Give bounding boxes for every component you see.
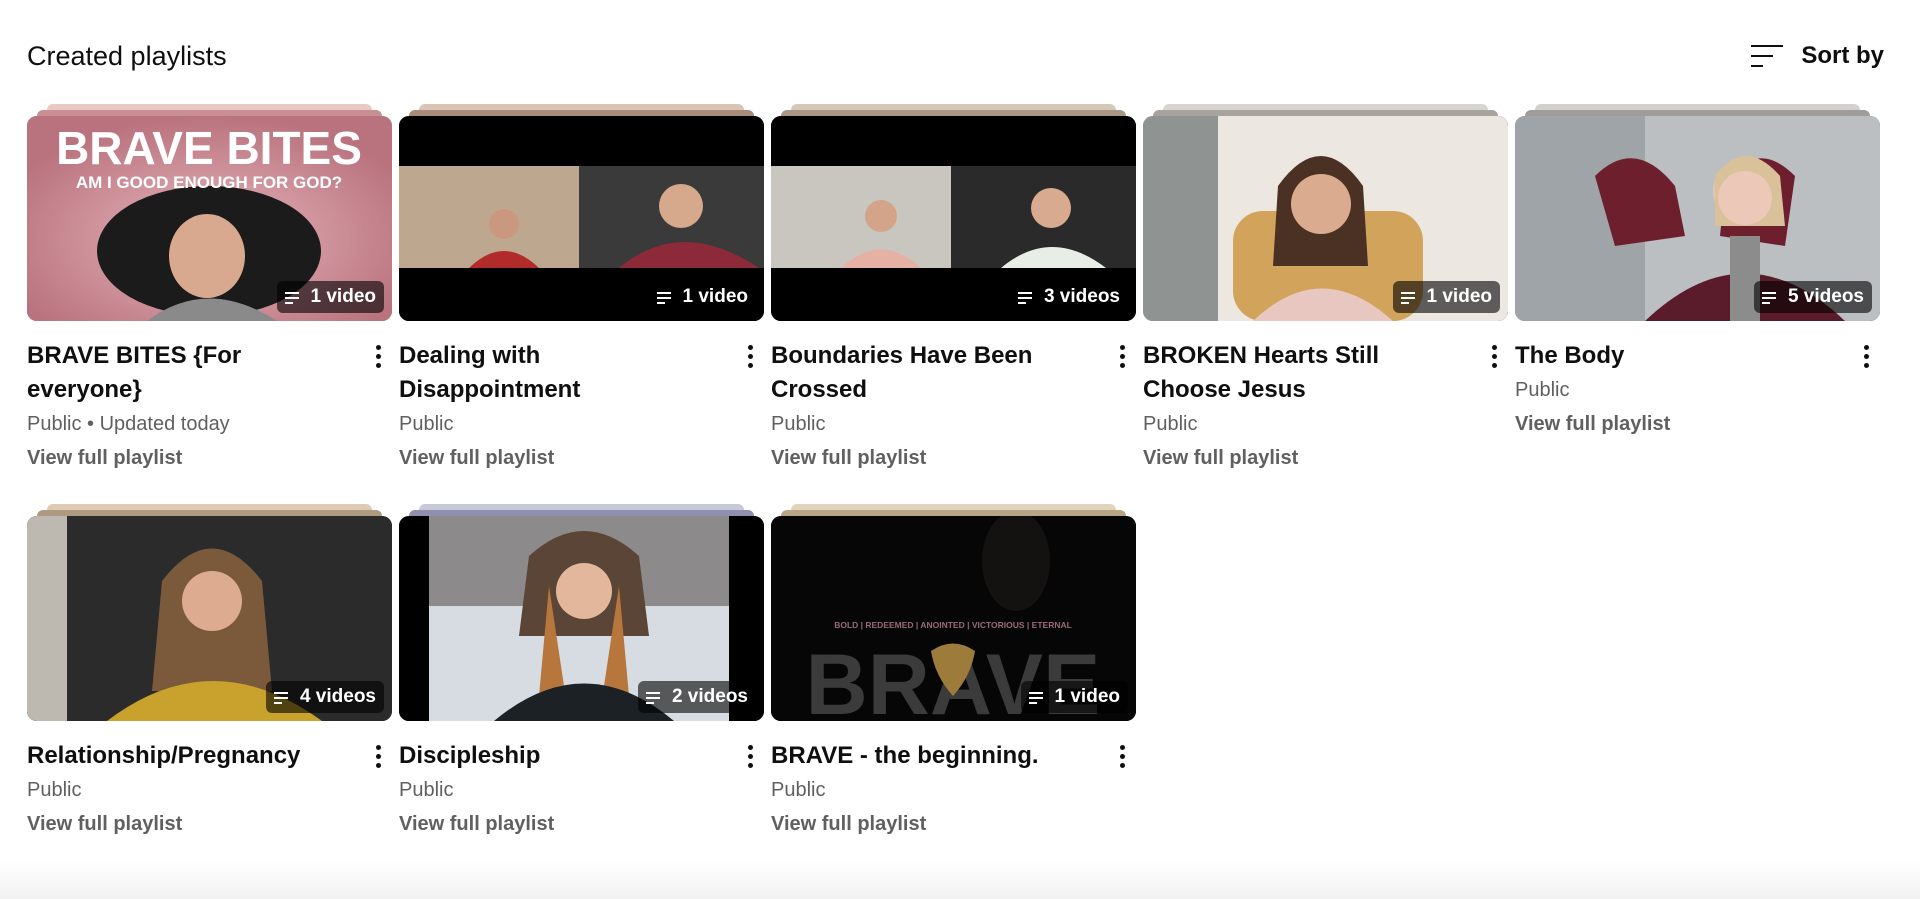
- playlist-title[interactable]: BRAVE BITES {For everyone}: [27, 339, 352, 407]
- video-count-badge: 3 videos: [1009, 281, 1128, 313]
- more-actions-icon[interactable]: [738, 339, 762, 373]
- playlist-card: 5 videos The Body Public View full playl…: [1515, 104, 1880, 504]
- playlist-title[interactable]: The Body: [1515, 339, 1624, 373]
- view-full-playlist-link[interactable]: View full playlist: [399, 441, 764, 475]
- more-actions-icon[interactable]: [366, 339, 390, 373]
- video-count: 4 videos: [299, 686, 376, 707]
- playlist-card: BRAVE BITES AM I GOOD ENOUGH FOR GOD? 1 …: [27, 104, 392, 504]
- playlist-status: Public: [771, 413, 826, 435]
- video-count: 5 videos: [1787, 286, 1864, 307]
- video-count: 1 video: [1054, 686, 1120, 707]
- playlist-icon: [1028, 690, 1049, 704]
- video-count: 1 video: [310, 286, 376, 307]
- playlist-icon: [273, 690, 294, 704]
- playlist-title[interactable]: Relationship/Pregnancy: [27, 739, 300, 773]
- view-full-playlist-link[interactable]: View full playlist: [399, 807, 764, 841]
- playlist-card: 3 videos Boundaries Have Been Crossed Pu…: [771, 104, 1136, 504]
- section-title: Created playlists: [27, 40, 227, 71]
- more-actions-icon[interactable]: [1110, 339, 1134, 373]
- more-actions-icon[interactable]: [1110, 739, 1134, 773]
- playlist-card: 2 videos Discipleship Public View full p…: [399, 504, 764, 864]
- playlist-meta: BRAVE - the beginning. Public View full …: [771, 739, 1136, 841]
- thumb-subtitle-text: AM I GOOD ENOUGH FOR GOD?: [76, 173, 342, 192]
- playlist-icon: [1761, 290, 1782, 304]
- playlist-meta: BROKEN Hearts Still Choose Jesus Public …: [1143, 339, 1508, 475]
- playlist-thumbnail[interactable]: BOLD | REDEEMED | ANOINTED | VICTORIOUS …: [771, 516, 1136, 721]
- video-count-badge: 2 videos: [637, 681, 756, 713]
- playlist-thumbnail[interactable]: 1 video: [1143, 116, 1508, 321]
- playlist-thumbnail[interactable]: 5 videos: [1515, 116, 1880, 321]
- video-count-badge: 1 video: [1392, 281, 1500, 313]
- playlist-status: Public: [1515, 379, 1570, 401]
- playlist-thumbnail[interactable]: BRAVE BITES AM I GOOD ENOUGH FOR GOD? 1 …: [27, 116, 392, 321]
- playlist-status: Public: [399, 779, 454, 801]
- sort-by-label: Sort by: [1801, 42, 1884, 69]
- playlist-status: Public • Updated today: [27, 413, 230, 435]
- sort-lines-icon: [1751, 41, 1785, 71]
- playlist-thumbnail[interactable]: 3 videos: [771, 116, 1136, 321]
- playlist-icon: [645, 690, 666, 704]
- section-header: Created playlists Sort by: [27, 36, 1884, 76]
- playlist-meta: Relationship/Pregnancy Public View full …: [27, 739, 392, 841]
- playlist-grid: BRAVE BITES AM I GOOD ENOUGH FOR GOD? 1 …: [27, 104, 1880, 864]
- view-full-playlist-link[interactable]: View full playlist: [771, 807, 1136, 841]
- playlist-title[interactable]: Discipleship: [399, 739, 540, 773]
- more-actions-icon[interactable]: [1854, 339, 1878, 373]
- playlist-card: 1 video BROKEN Hearts Still Choose Jesus…: [1143, 104, 1508, 504]
- video-count-badge: 1 video: [1020, 681, 1128, 713]
- playlist-card: BOLD | REDEEMED | ANOINTED | VICTORIOUS …: [771, 504, 1136, 864]
- sort-by-button[interactable]: Sort by: [1751, 41, 1884, 71]
- thumb-title-text: BRAVE BITES: [56, 122, 362, 174]
- playlist-icon: [656, 290, 677, 304]
- more-actions-icon[interactable]: [366, 739, 390, 773]
- playlist-title[interactable]: Dealing with Disappointment: [399, 339, 724, 407]
- playlist-status: Public: [27, 779, 82, 801]
- playlist-card: 1 video Dealing with Disappointment Publ…: [399, 104, 764, 504]
- playlist-meta: Discipleship Public View full playlist: [399, 739, 764, 841]
- video-count: 1 video: [1426, 286, 1492, 307]
- video-count: 3 videos: [1043, 286, 1120, 307]
- playlist-thumbnail[interactable]: 1 video: [399, 116, 764, 321]
- playlist-status: Public: [1143, 413, 1198, 435]
- more-actions-icon[interactable]: [738, 739, 762, 773]
- video-count-badge: 4 videos: [265, 681, 384, 713]
- playlist-meta: Boundaries Have Been Crossed Public View…: [771, 339, 1136, 475]
- playlist-thumbnail[interactable]: 2 videos: [399, 516, 764, 721]
- view-full-playlist-link[interactable]: View full playlist: [1515, 407, 1880, 441]
- video-count: 2 videos: [671, 686, 748, 707]
- video-count-badge: 1 video: [276, 281, 384, 313]
- playlist-icon: [1017, 290, 1038, 304]
- page-bottom-fade: [0, 859, 1920, 899]
- playlist-card: 4 videos Relationship/Pregnancy Public V…: [27, 504, 392, 864]
- thumb-tagline-text: BOLD | REDEEMED | ANOINTED | VICTORIOUS …: [834, 620, 1072, 630]
- view-full-playlist-link[interactable]: View full playlist: [27, 807, 392, 841]
- playlists-page: Created playlists Sort by BRAVE BITES AM…: [0, 0, 1920, 899]
- playlist-status: Public: [399, 413, 454, 435]
- playlist-title[interactable]: BRAVE - the beginning.: [771, 739, 1039, 773]
- playlist-meta: BRAVE BITES {For everyone} Public • Upda…: [27, 339, 392, 475]
- playlist-icon: [1400, 290, 1421, 304]
- playlist-thumbnail[interactable]: 4 videos: [27, 516, 392, 721]
- view-full-playlist-link[interactable]: View full playlist: [771, 441, 1136, 475]
- view-full-playlist-link[interactable]: View full playlist: [1143, 441, 1508, 475]
- view-full-playlist-link[interactable]: View full playlist: [27, 441, 392, 475]
- playlist-icon: [284, 290, 305, 304]
- video-count-badge: 5 videos: [1753, 281, 1872, 313]
- more-actions-icon[interactable]: [1482, 339, 1506, 373]
- video-count-badge: 1 video: [648, 281, 756, 313]
- playlist-meta: Dealing with Disappointment Public View …: [399, 339, 764, 475]
- video-count: 1 video: [682, 286, 748, 307]
- playlist-meta: The Body Public View full playlist: [1515, 339, 1880, 441]
- playlist-title[interactable]: BROKEN Hearts Still Choose Jesus: [1143, 339, 1468, 407]
- playlist-title[interactable]: Boundaries Have Been Crossed: [771, 339, 1096, 407]
- playlist-status: Public: [771, 779, 826, 801]
